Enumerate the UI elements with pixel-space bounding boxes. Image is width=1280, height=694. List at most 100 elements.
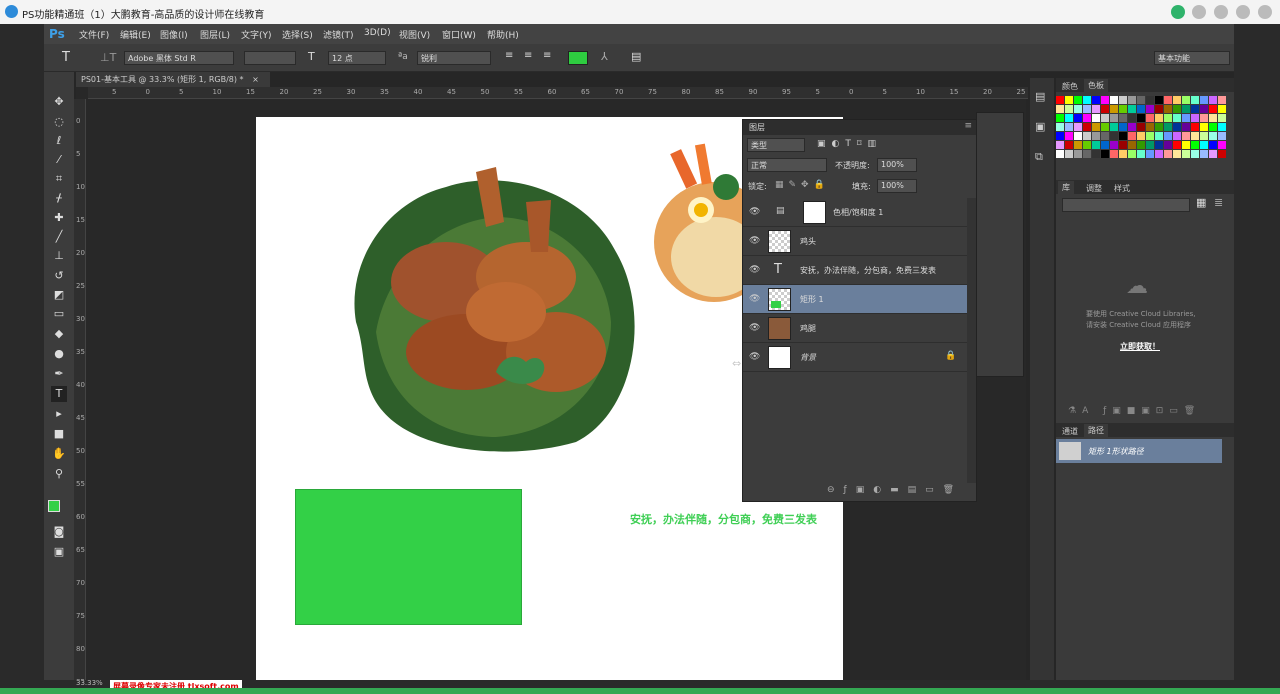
color-swatch[interactable]	[1110, 96, 1118, 104]
color-swatch[interactable]	[1137, 114, 1145, 122]
history-panel-icon[interactable]: ▤	[1035, 90, 1045, 103]
color-swatch[interactable]	[1074, 141, 1082, 149]
menu-type[interactable]: 文字(Y)	[241, 28, 272, 41]
tab-adjustments[interactable]: 调整	[1082, 182, 1106, 195]
layer-row-selected[interactable]: 👁 矩形 1	[743, 285, 967, 314]
visibility-eye-icon[interactable]: 👁	[749, 352, 760, 362]
color-swatch[interactable]	[1092, 114, 1100, 122]
color-swatch[interactable]	[1101, 123, 1109, 131]
color-swatch[interactable]	[1119, 114, 1127, 122]
swatches-grid[interactable]	[1056, 96, 1226, 166]
layer-row[interactable]: 👁 T 安抚，办法伴随，分包商，免费三发表	[743, 256, 967, 285]
color-swatch[interactable]	[1146, 123, 1154, 131]
quick-select-icon[interactable]: ⁄	[51, 152, 67, 168]
menu-view[interactable]: 视图(V)	[399, 28, 430, 41]
history-brush-icon[interactable]: ↺	[51, 268, 67, 284]
type-tool-active-icon[interactable]: T	[51, 386, 67, 402]
marquee-tool-icon[interactable]: ◌	[51, 114, 67, 130]
visibility-eye-icon[interactable]: 👁	[749, 265, 760, 275]
color-swatch[interactable]	[1209, 123, 1217, 131]
fill-input[interactable]: 100%	[877, 179, 917, 193]
color-swatch[interactable]	[1056, 114, 1064, 122]
font-size-select[interactable]: 12 点	[328, 51, 386, 65]
color-swatch[interactable]	[1092, 105, 1100, 113]
color-swatch[interactable]	[1128, 141, 1136, 149]
color-swatch[interactable]	[1110, 141, 1118, 149]
gradient-tool-icon[interactable]: ▭	[51, 306, 67, 322]
color-swatch[interactable]	[1164, 141, 1172, 149]
color-swatch[interactable]	[1137, 132, 1145, 140]
color-swatch[interactable]	[1092, 132, 1100, 140]
color-swatch[interactable]	[1200, 150, 1208, 158]
minimize-icon[interactable]	[1214, 5, 1228, 19]
foreground-color[interactable]	[48, 500, 60, 512]
color-swatch[interactable]	[1164, 96, 1172, 104]
color-swatch[interactable]	[1110, 132, 1118, 140]
color-swatch[interactable]	[1200, 141, 1208, 149]
crop-tool-icon[interactable]: ⌗	[51, 171, 67, 187]
menu-select[interactable]: 选择(S)	[282, 28, 313, 41]
type-tool-icon[interactable]: T	[62, 50, 70, 65]
zoom-tool-icon[interactable]: ⚲	[51, 466, 67, 482]
menu-help[interactable]: 帮助(H)	[487, 28, 519, 41]
color-swatch[interactable]	[1146, 150, 1154, 158]
menu-file[interactable]: 文件(F)	[79, 28, 109, 41]
color-swatch[interactable]	[1209, 141, 1217, 149]
tab-color[interactable]: 颜色	[1058, 80, 1082, 93]
color-swatch[interactable]	[1191, 141, 1199, 149]
color-swatch[interactable]	[1092, 141, 1100, 149]
color-swatch[interactable]	[1074, 114, 1082, 122]
quick-mask-icon[interactable]: ◙	[51, 524, 67, 540]
dodge-tool-icon[interactable]: ●	[51, 346, 67, 362]
zoom-readout[interactable]: 33.33%	[76, 679, 103, 687]
menu-layer[interactable]: 图层(L)	[200, 28, 230, 41]
visibility-eye-icon[interactable]: 👁	[749, 323, 760, 333]
antialias-select[interactable]: 锐利	[417, 51, 491, 65]
panels-toggle-icon[interactable]: ▤	[631, 50, 641, 63]
color-swatch[interactable]	[1101, 141, 1109, 149]
color-swatch[interactable]	[1200, 123, 1208, 131]
color-swatch[interactable]	[1083, 96, 1091, 104]
color-swatch[interactable]	[1065, 141, 1073, 149]
color-swatch[interactable]	[1110, 114, 1118, 122]
color-swatch[interactable]	[1164, 150, 1172, 158]
canvas-text-layer[interactable]: 安抚，办法伴随，分包商，免费三发表	[630, 511, 817, 527]
color-swatch[interactable]	[1128, 96, 1136, 104]
blend-mode-select[interactable]: 正常	[747, 158, 827, 172]
layer-row[interactable]: 👁 背景 🔒	[743, 343, 967, 372]
color-swatch[interactable]	[1218, 105, 1226, 113]
brush-tool-icon[interactable]: ╱	[51, 229, 67, 245]
color-swatch[interactable]	[1101, 96, 1109, 104]
clone-stamp-icon[interactable]: ⊥	[51, 248, 67, 264]
color-swatch[interactable]	[1209, 132, 1217, 140]
color-swatch[interactable]	[1101, 105, 1109, 113]
close-tab-icon[interactable]: ×	[252, 75, 259, 84]
opacity-input[interactable]: 100%	[877, 158, 917, 172]
color-swatch[interactable]	[1128, 114, 1136, 122]
align-left-icon[interactable]: ≡	[505, 50, 513, 61]
color-swatch[interactable]	[1209, 150, 1217, 158]
text-color-swatch[interactable]	[568, 51, 588, 65]
color-swatch[interactable]	[1155, 132, 1163, 140]
color-swatch[interactable]	[1065, 96, 1073, 104]
grid-view-icon[interactable]: ▦	[1196, 196, 1206, 209]
color-swatch[interactable]	[1218, 132, 1226, 140]
color-swatch[interactable]	[1182, 141, 1190, 149]
color-swatch[interactable]	[1128, 123, 1136, 131]
color-swatch[interactable]	[1146, 105, 1154, 113]
color-swatch[interactable]	[1119, 141, 1127, 149]
color-swatch[interactable]	[1209, 114, 1217, 122]
color-swatch[interactable]	[1191, 114, 1199, 122]
path-item[interactable]: 矩形 1形状路径	[1056, 439, 1222, 463]
video-progress-bar[interactable]	[0, 688, 1280, 694]
color-swatch[interactable]	[1173, 150, 1181, 158]
warp-text-icon[interactable]: ⅄	[601, 50, 608, 63]
pen-tool-icon[interactable]: ✒	[51, 366, 67, 382]
blur-tool-icon[interactable]: ◆	[51, 326, 67, 342]
color-swatch[interactable]	[1191, 150, 1199, 158]
color-swatch[interactable]	[1137, 141, 1145, 149]
color-swatch[interactable]	[1083, 114, 1091, 122]
green-rectangle-shape[interactable]	[295, 489, 522, 625]
color-swatch[interactable]	[1128, 105, 1136, 113]
color-swatch[interactable]	[1119, 123, 1127, 131]
